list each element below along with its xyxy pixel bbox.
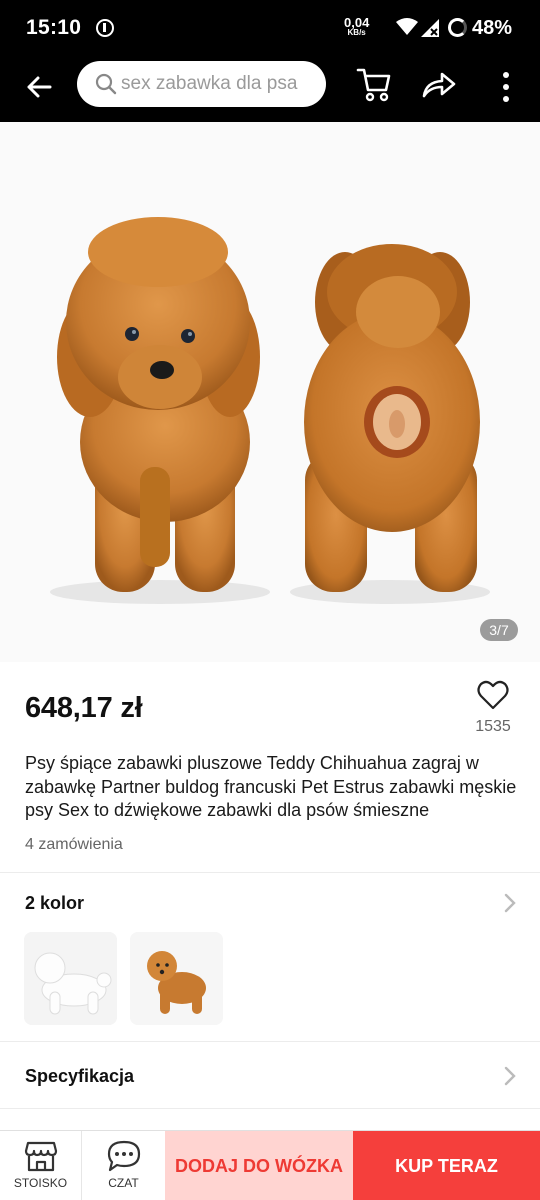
variant-white-thumbnail[interactable] — [24, 932, 117, 1025]
product-image-gallery[interactable]: 3/7 — [0, 122, 540, 662]
status-time: 15:10 — [26, 16, 82, 39]
wishlist-button[interactable] — [472, 680, 514, 715]
divider — [0, 872, 540, 873]
chevron-right-icon[interactable] — [503, 893, 517, 913]
share-icon[interactable] — [420, 68, 458, 100]
status-bar: 15:10 0,04 KB/s 48% — [0, 0, 540, 56]
store-label: STOISKO — [13, 1176, 68, 1190]
store-button[interactable]: STOISKO — [0, 1131, 82, 1200]
cart-icon[interactable] — [356, 66, 392, 102]
product-image — [50, 217, 490, 604]
chat-icon — [107, 1140, 141, 1172]
store-icon — [24, 1141, 58, 1172]
brown-plush-dog-image — [130, 932, 223, 1025]
divider — [0, 1041, 540, 1042]
chevron-right-icon[interactable] — [503, 1066, 517, 1086]
back-arrow-icon — [27, 76, 52, 98]
specs-label[interactable]: Specyfikacja — [25, 1066, 134, 1087]
network-speed-unit: KB/s — [347, 28, 366, 37]
white-plush-dog-image — [24, 932, 117, 1025]
product-title: Psy śpiące zabawki pluszowe Teddy Chihua… — [25, 753, 517, 820]
add-to-cart-button[interactable]: DODAJ DO WÓZKA — [165, 1131, 353, 1200]
back-button[interactable] — [20, 68, 58, 106]
network-speed: 0,04 KB/s — [344, 16, 369, 37]
orders-count: 4 zamówienia — [25, 836, 123, 853]
search-placeholder: sex zabawka dla psa — [121, 73, 298, 94]
variants-label[interactable]: 2 kolor — [25, 893, 84, 914]
variant-brown-thumbnail[interactable] — [130, 932, 223, 1025]
top-bar: sex zabawka dla psa — [0, 56, 540, 122]
product-price: 648,17 zł — [25, 692, 143, 724]
search-input[interactable]: sex zabawka dla psa — [77, 61, 326, 107]
image-counter: 3/7 — [480, 619, 518, 641]
divider — [0, 1108, 540, 1109]
chat-button[interactable]: CZAT — [82, 1131, 165, 1200]
wifi-icon — [396, 18, 418, 35]
wishlist-count: 1535 — [475, 718, 511, 735]
signal-icon — [421, 19, 439, 37]
more-options-button[interactable] — [494, 68, 518, 106]
chat-label: CZAT — [108, 1176, 139, 1190]
app-notification-icon — [96, 19, 114, 37]
battery-level: 48% — [472, 17, 513, 39]
search-icon — [95, 73, 117, 95]
heart-icon — [477, 680, 509, 710]
battery-icon — [448, 18, 467, 37]
bottom-action-bar: STOISKO CZAT DODAJ DO WÓZKA KUP TERAZ — [0, 1130, 540, 1200]
buy-now-button[interactable]: KUP TERAZ — [353, 1131, 540, 1200]
